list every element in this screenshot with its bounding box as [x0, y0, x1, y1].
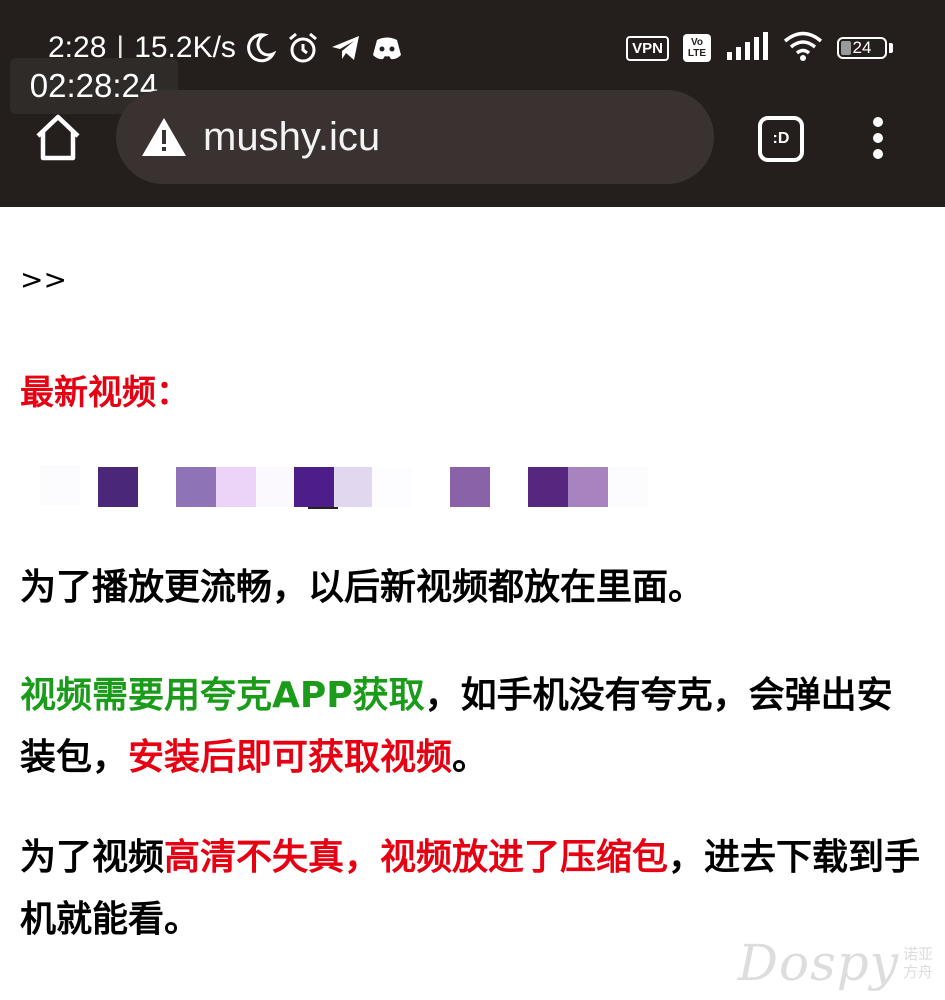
- signal-icon: [725, 31, 769, 65]
- overflow-menu-button[interactable]: [868, 116, 888, 160]
- wifi-icon: [783, 30, 823, 66]
- battery-fill: [841, 41, 851, 55]
- home-icon: [36, 114, 80, 161]
- tab-switcher-button[interactable]: :D: [758, 116, 804, 162]
- address-bar[interactable]: mushy.icu: [116, 90, 714, 184]
- pixelated-link-image[interactable]: [40, 465, 648, 509]
- browser-toolbar: 2:28 | 15.2K/s VPN Vo LTE 24 02:28:24 mu…: [0, 0, 945, 207]
- quality-intro: 为了视频: [20, 837, 165, 878]
- watermark-sub-line2: 方舟: [902, 963, 933, 981]
- period: 。: [452, 737, 489, 778]
- url-text[interactable]: mushy.icu: [203, 115, 380, 160]
- alarm-icon: [286, 31, 320, 65]
- notice-paragraph-2: 视频需要用夸克APP获取，如手机没有夸克，会弹出安装包，安装后即可获取视频。: [20, 665, 925, 789]
- watermark-sub: 诺亚 方舟: [903, 945, 933, 981]
- notice-paragraph-3: 为了视频高清不失真，视频放进了压缩包，进去下载到手机就能看。: [20, 827, 925, 951]
- watermark-sub-line1: 诺亚: [902, 945, 933, 963]
- battery-level: 24: [852, 38, 872, 57]
- moon-icon: [246, 32, 276, 64]
- battery-icon: 24: [837, 37, 887, 59]
- more-vert-icon: [873, 117, 883, 159]
- quark-app-note: 视频需要用夸克APP获取: [20, 675, 425, 716]
- volte-bottom: LTE: [687, 48, 707, 59]
- warning-icon[interactable]: [141, 116, 187, 158]
- notice-paragraph-1: 为了播放更流畅，以后新视频都放在里面。: [20, 567, 705, 608]
- latest-videos-heading: 最新视频：: [20, 373, 190, 413]
- vpn-badge: VPN: [626, 35, 669, 61]
- dospy-watermark: Dospy 诺亚 方舟: [738, 934, 933, 992]
- battery-nub: [889, 43, 893, 53]
- discord-icon: [372, 35, 402, 61]
- prompt-marker: >>: [20, 263, 67, 296]
- status-bar-right: VPN Vo LTE 24: [626, 28, 893, 68]
- home-button[interactable]: [34, 112, 82, 162]
- volte-badge: Vo LTE: [683, 34, 711, 62]
- watermark-main: Dospy: [737, 934, 899, 992]
- telegram-icon: [330, 33, 362, 63]
- hd-archive-note: 高清不失真，视频放进了压缩包: [164, 837, 669, 878]
- install-then-get-note: 安装后即可获取视频: [128, 737, 453, 778]
- volte-top: Vo: [690, 37, 704, 48]
